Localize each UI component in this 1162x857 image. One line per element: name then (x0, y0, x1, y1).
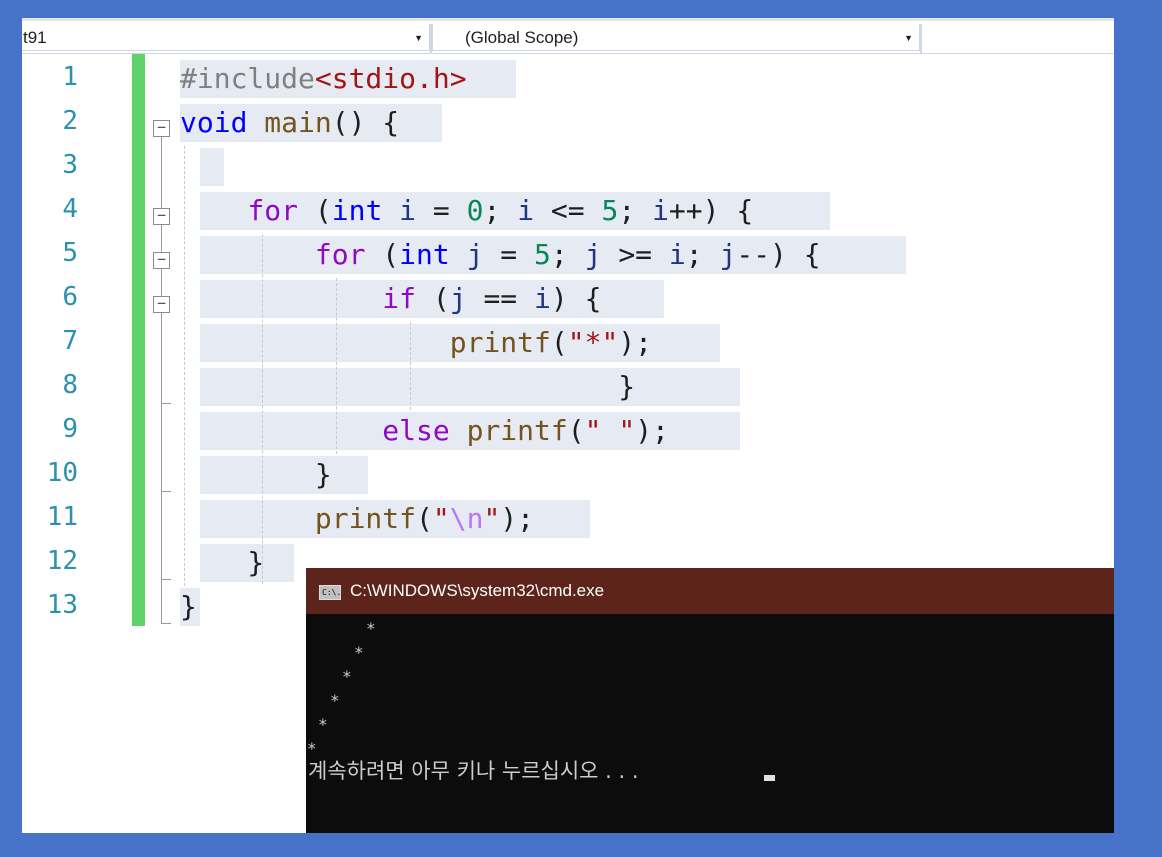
line-number: 3 (62, 150, 78, 180)
scope-dropdown-value: (Global Scope) (465, 28, 579, 47)
outline-line (161, 579, 171, 580)
line-highlight (200, 148, 224, 186)
console-prompt: 계속하려면 아무 키나 누르십시오 . . . (308, 759, 639, 783)
collapse-toggle-icon[interactable]: − (153, 120, 170, 137)
output-line: * (366, 619, 376, 638)
collapse-toggle-icon[interactable]: − (153, 208, 170, 225)
code-line: } (180, 590, 197, 623)
code-line: } (180, 546, 265, 579)
cmd-window-icon: C:\. (319, 585, 341, 600)
code-line: printf("\n"); (314, 502, 535, 535)
code-line: else printf(" "); (382, 414, 669, 447)
divider (920, 24, 922, 54)
line-number: 6 (62, 282, 78, 312)
outline-line (161, 491, 171, 492)
line-number: 1 (62, 62, 78, 92)
output-line: * (318, 715, 328, 734)
line-number: 7 (62, 326, 78, 356)
line-number: 9 (62, 414, 78, 444)
line-number: 12 (46, 546, 78, 576)
collapse-toggle-icon[interactable]: − (153, 252, 170, 269)
navigation-bar: t91 ▼ (Global Scope) ▼ (22, 21, 1114, 54)
output-line: * (330, 691, 340, 710)
scope-dropdown[interactable]: (Global Scope) ▼ (432, 24, 920, 51)
code-line: } (180, 458, 332, 491)
console-title-bar[interactable]: C:\. C:\WINDOWS\system32\cmd.exe (306, 568, 1114, 614)
output-line: * (354, 643, 364, 662)
line-number: 10 (46, 458, 78, 488)
code-line: for (int i = 0; i <= 5; i++) { (247, 194, 754, 227)
line-number: 5 (62, 238, 78, 268)
code-line: for (int j = 5; j >= i; j--) { (314, 238, 821, 271)
output-line: * (342, 667, 352, 686)
console-cursor (764, 775, 775, 781)
line-number: 2 (62, 106, 78, 136)
project-dropdown[interactable]: t91 ▼ (22, 24, 430, 51)
change-indicator-bar (132, 54, 145, 626)
collapse-toggle-icon[interactable]: − (153, 296, 170, 313)
code-line: } (180, 370, 636, 403)
line-number: 8 (62, 370, 78, 400)
outline-line (161, 403, 171, 404)
dropdown-arrow-icon[interactable]: ▼ (904, 24, 913, 53)
code-line: #include<stdio.h> (180, 62, 467, 95)
code-line: printf("*"); (449, 326, 653, 359)
line-number: 13 (46, 590, 78, 620)
outline-line (161, 623, 171, 624)
dropdown-arrow-icon[interactable]: ▼ (414, 24, 423, 53)
console-title: C:\WINDOWS\system32\cmd.exe (350, 581, 605, 600)
line-number: 11 (46, 502, 78, 532)
output-line: * (307, 739, 317, 758)
line-number: 4 (62, 194, 78, 224)
code-line: void main() { (180, 106, 400, 139)
code-line: if (j == i) { (382, 282, 602, 315)
console-window[interactable]: C:\. C:\WINDOWS\system32\cmd.exe * * * *… (306, 568, 1114, 833)
project-dropdown-value: t91 (23, 28, 47, 47)
